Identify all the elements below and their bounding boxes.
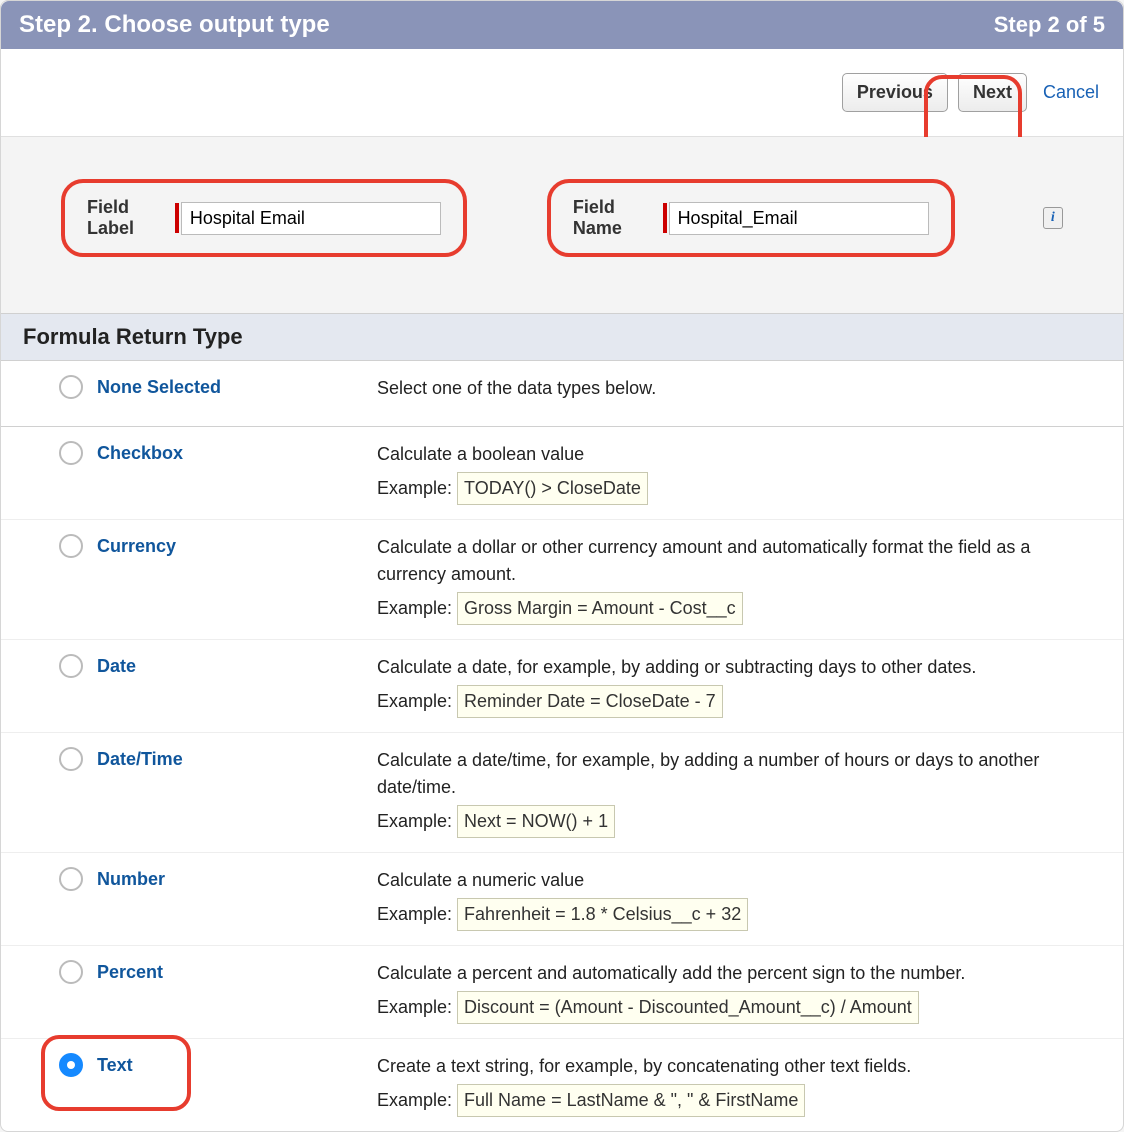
example-prefix: Example: [377,997,457,1017]
type-row: DateCalculate a date, for example, by ad… [1,640,1123,733]
type-row: CheckboxCalculate a boolean value Example… [1,427,1123,520]
cancel-link[interactable]: Cancel [1043,82,1099,103]
type-desc-text: Calculate a dollar or other currency amo… [377,534,1093,588]
step-header: Step 2. Choose output type Step 2 of 5 [1,1,1123,49]
type-desc-text: Calculate a percent and automatically ad… [377,960,1093,987]
example-code: Discount = (Amount - Discounted_Amount__… [457,991,919,1024]
field-name-input[interactable] [669,202,929,235]
type-row: TextCreate a text string, for example, b… [1,1039,1123,1131]
type-desc-text: Calculate a date, for example, by adding… [377,654,1093,681]
example-line: Example: Fahrenheit = 1.8 * Celsius__c +… [377,898,1093,931]
type-list: None SelectedSelect one of the data type… [1,361,1123,1131]
type-description: Calculate a date, for example, by adding… [377,654,1123,718]
type-label[interactable]: Checkbox [97,441,377,464]
example-line: Example: Next = NOW() + 1 [377,805,1093,838]
radio-date[interactable] [59,654,83,678]
section-header: Formula Return Type [1,313,1123,361]
type-desc-text: Select one of the data types below. [377,375,1093,402]
radio-percent[interactable] [59,960,83,984]
field-name-caption: Field Name [573,197,639,239]
section-title: Formula Return Type [23,324,1101,350]
radio-date-time[interactable] [59,747,83,771]
required-indicator [663,203,667,233]
radio-text[interactable] [59,1053,83,1077]
radio-checkbox[interactable] [59,441,83,465]
type-label[interactable]: Percent [97,960,377,983]
type-description: Calculate a boolean value Example: TODAY(… [377,441,1123,505]
example-line: Example: Reminder Date = CloseDate - 7 [377,685,1093,718]
wizard-panel: Step 2. Choose output type Step 2 of 5 P… [0,0,1124,1132]
field-label-input[interactable] [181,202,441,235]
radio-currency[interactable] [59,534,83,558]
example-line: Example: TODAY() > CloseDate [377,472,1093,505]
button-bar: Previous Next Cancel [1,49,1123,137]
type-desc-text: Calculate a boolean value [377,441,1093,468]
info-icon[interactable]: i [1043,207,1063,229]
type-row: PercentCalculate a percent and automatic… [1,946,1123,1039]
radio-number[interactable] [59,867,83,891]
example-code: Reminder Date = CloseDate - 7 [457,685,723,718]
field-label-caption: Field Label [87,197,151,239]
type-desc-text: Calculate a date/time, for example, by a… [377,747,1093,801]
example-prefix: Example: [377,811,457,831]
example-prefix: Example: [377,904,457,924]
required-indicator [175,203,179,233]
type-label[interactable]: None Selected [97,375,377,398]
type-description: Calculate a date/time, for example, by a… [377,747,1123,838]
field-row: Field Label Field Name i [1,137,1123,313]
type-description: Calculate a percent and automatically ad… [377,960,1123,1024]
example-line: Example: Discount = (Amount - Discounted… [377,991,1093,1024]
type-row: Date/TimeCalculate a date/time, for exam… [1,733,1123,853]
example-prefix: Example: [377,598,457,618]
example-line: Example: Gross Margin = Amount - Cost__c [377,592,1093,625]
example-line: Example: Full Name = LastName & ", " & F… [377,1084,1093,1117]
type-desc-text: Create a text string, for example, by co… [377,1053,1093,1080]
type-description: Create a text string, for example, by co… [377,1053,1123,1117]
type-row: None SelectedSelect one of the data type… [1,361,1123,427]
step-title: Step 2. Choose output type [19,11,330,39]
next-button[interactable]: Next [958,73,1027,112]
type-label[interactable]: Currency [97,534,377,557]
example-code: Gross Margin = Amount - Cost__c [457,592,743,625]
example-prefix: Example: [377,1090,457,1110]
field-name-group: Field Name [547,179,955,257]
type-row: NumberCalculate a numeric value Example: … [1,853,1123,946]
type-description: Calculate a numeric value Example: Fahren… [377,867,1123,931]
example-code: TODAY() > CloseDate [457,472,648,505]
field-label-group: Field Label [61,179,467,257]
type-label[interactable]: Text [97,1053,377,1076]
previous-button[interactable]: Previous [842,73,948,112]
type-label[interactable]: Number [97,867,377,890]
example-prefix: Example: [377,478,457,498]
type-row: CurrencyCalculate a dollar or other curr… [1,520,1123,640]
type-description: Select one of the data types below. [377,375,1123,402]
type-label[interactable]: Date/Time [97,747,377,770]
example-code: Next = NOW() + 1 [457,805,615,838]
example-code: Fahrenheit = 1.8 * Celsius__c + 32 [457,898,748,931]
example-code: Full Name = LastName & ", " & FirstName [457,1084,805,1117]
type-desc-text: Calculate a numeric value [377,867,1093,894]
step-progress: Step 2 of 5 [994,12,1105,38]
type-description: Calculate a dollar or other currency amo… [377,534,1123,625]
type-label[interactable]: Date [97,654,377,677]
example-prefix: Example: [377,691,457,711]
radio-none-selected[interactable] [59,375,83,399]
